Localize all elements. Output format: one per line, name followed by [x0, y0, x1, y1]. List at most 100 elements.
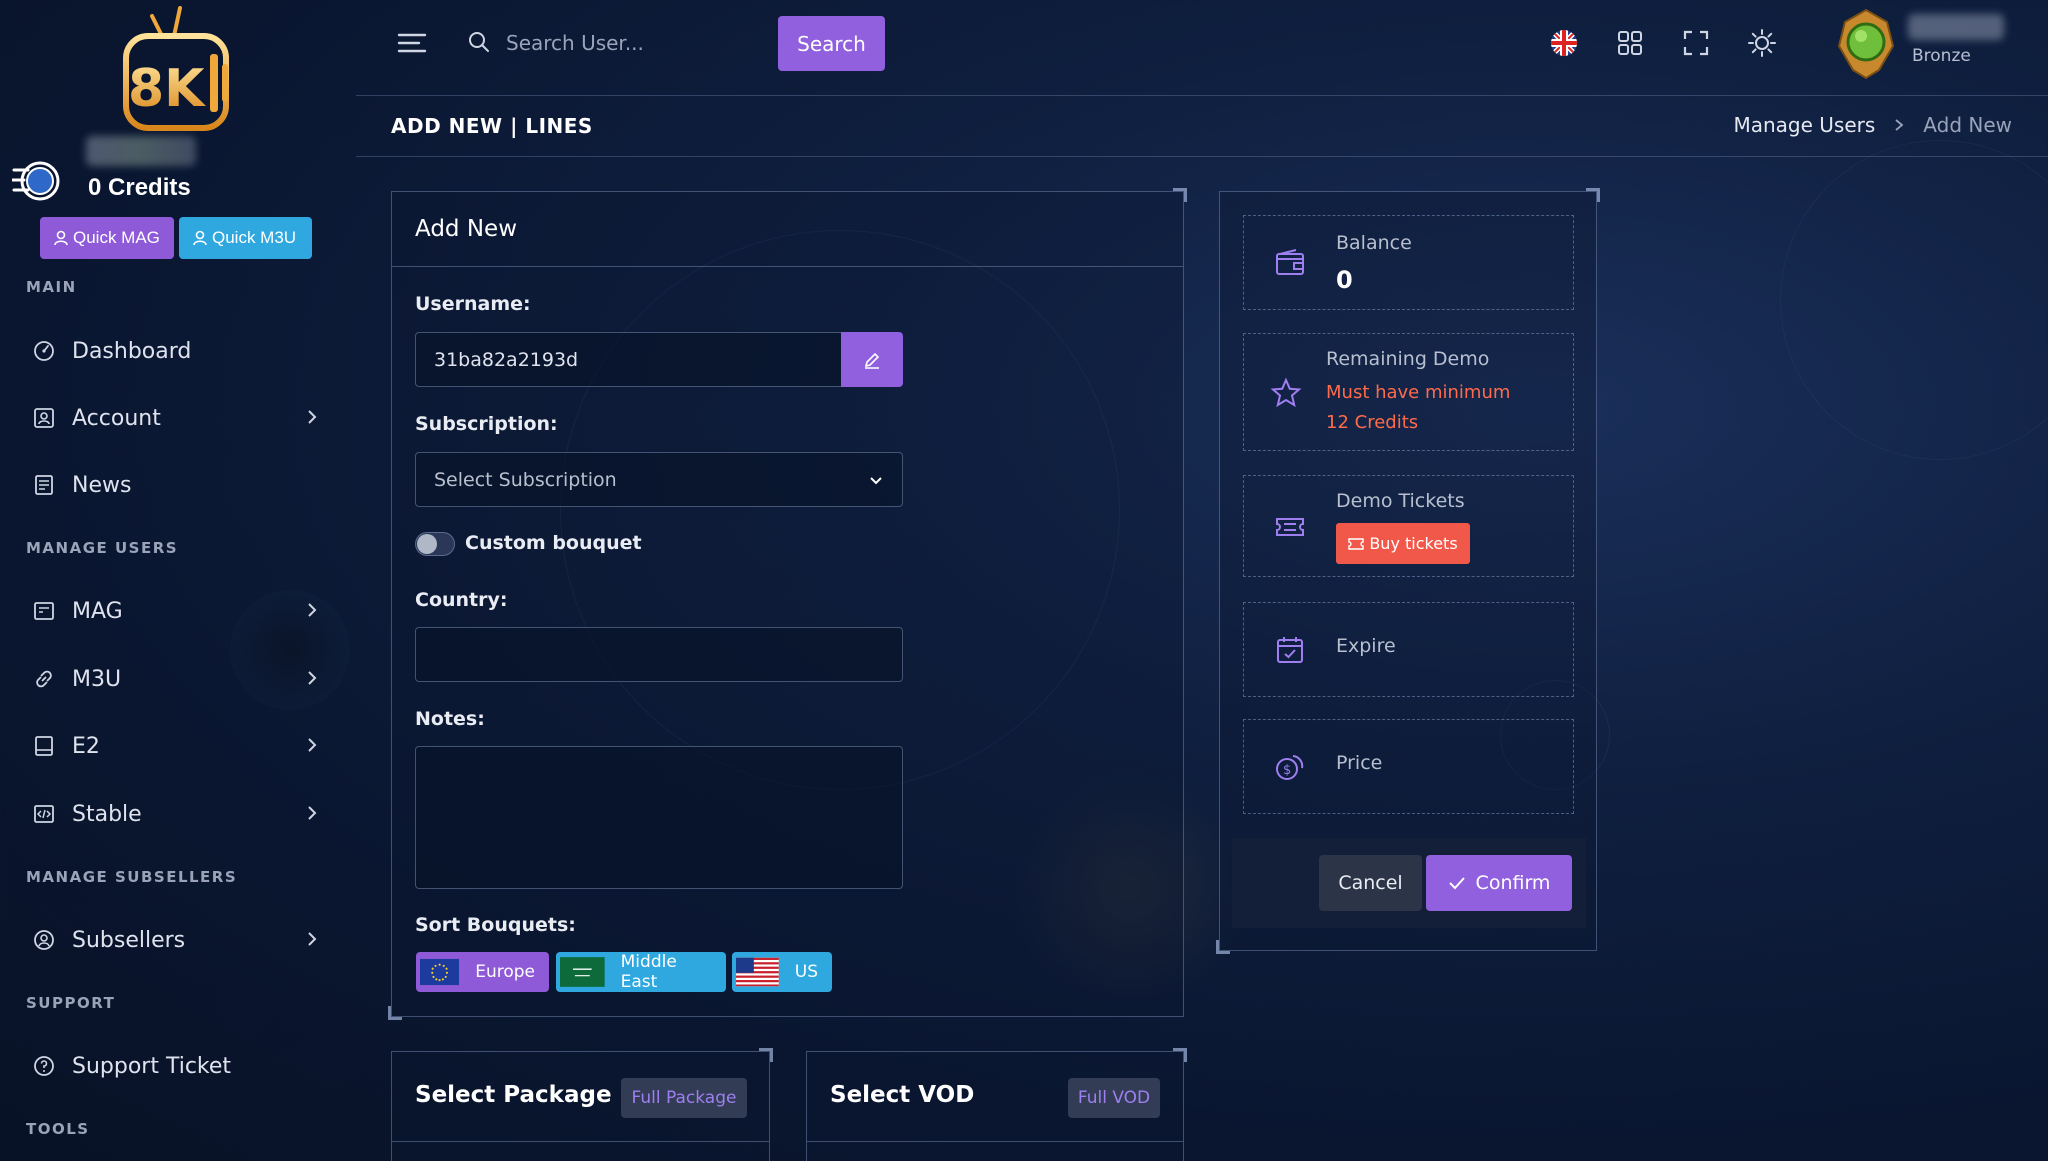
select-package-title: Select Package — [415, 1082, 612, 1108]
dashboard-icon — [32, 339, 56, 363]
expire-box: Expire — [1243, 602, 1574, 697]
bouquet-us[interactable]: US — [732, 952, 832, 992]
full-package-badge[interactable]: Full Package — [621, 1078, 747, 1118]
divider — [392, 1141, 769, 1142]
buy-tickets-button[interactable]: Buy tickets — [1336, 523, 1470, 564]
svg-text:$: $ — [1283, 763, 1291, 778]
sidebar-item-e2[interactable]: E2 — [0, 721, 340, 771]
background-ring-large — [1780, 140, 2048, 460]
quick-m3u-button[interactable]: Quick M3U — [179, 217, 312, 259]
sidebar-item-support-ticket[interactable]: Support Ticket — [0, 1041, 340, 1091]
demo-warning: Must have minimum 12 Credits — [1326, 382, 1511, 433]
chevron-down-icon — [870, 477, 882, 485]
bouquet-label: Middle East — [620, 952, 677, 992]
chevron-right-icon — [308, 932, 317, 946]
demo-tickets-label: Demo Tickets — [1336, 490, 1465, 512]
credits-balance: 0 Credits — [88, 174, 191, 201]
section-manage-subsellers: MANAGE SUBSELLERS — [26, 868, 238, 886]
star-icon — [1270, 377, 1302, 408]
price-box: $ Price — [1243, 719, 1574, 814]
username-label: Username: — [415, 293, 531, 315]
bouquet-label: Europe — [475, 962, 535, 982]
svg-text:8K: 8K — [128, 59, 206, 119]
chevron-right-icon — [308, 806, 317, 820]
quick-m3u-label: Quick M3U — [212, 228, 297, 247]
card-corner — [1173, 188, 1187, 202]
section-tools: TOOLS — [26, 1120, 90, 1138]
news-icon — [32, 473, 56, 497]
expire-label: Expire — [1336, 635, 1396, 657]
mag-icon — [32, 599, 56, 623]
sidebar-item-news[interactable]: News — [0, 460, 340, 510]
full-vod-badge[interactable]: Full VOD — [1068, 1078, 1160, 1118]
apps-grid-icon[interactable] — [1614, 27, 1646, 59]
search-input[interactable] — [506, 22, 766, 64]
subsellers-icon — [32, 928, 56, 952]
confirm-button[interactable]: Confirm — [1426, 855, 1572, 911]
card-corner — [759, 1048, 773, 1062]
add-new-card: Add New Username: 31ba82a2193d Subscript… — [388, 188, 1187, 1020]
m3u-icon — [32, 667, 56, 691]
saudi-flag-icon — [560, 957, 605, 987]
theme-sun-icon[interactable] — [1746, 27, 1778, 59]
account-icon — [32, 406, 56, 430]
cancel-button[interactable]: Cancel — [1319, 855, 1422, 911]
remaining-demo-box: Remaining Demo Must have minimum 12 Cred… — [1243, 333, 1574, 451]
price-label: Price — [1336, 752, 1383, 774]
bouquet-label: US — [794, 962, 818, 982]
sidebar-item-label: Support Ticket — [72, 1053, 232, 1079]
ticket-icon — [1276, 518, 1304, 536]
sidebar-item-m3u[interactable]: M3U — [0, 654, 340, 704]
sidebar-item-subsellers[interactable]: Subsellers — [0, 915, 340, 965]
summary-card: Balance 0 Remaining Demo Must have minim… — [1216, 188, 1600, 954]
wallet-icon — [1276, 249, 1304, 275]
sidebar-item-dashboard[interactable]: Dashboard — [0, 326, 340, 376]
bouquet-middle-east[interactable]: Middle East — [556, 952, 726, 992]
username-field[interactable]: 31ba82a2193d — [415, 332, 845, 387]
bronze-medal-icon[interactable] — [1835, 8, 1897, 80]
sidebar-item-label: Account — [72, 405, 161, 431]
sidebar-item-mag[interactable]: MAG — [0, 586, 340, 636]
subscription-label: Subscription: — [415, 413, 558, 435]
bouquet-europe[interactable]: Europe — [416, 952, 549, 992]
fullscreen-icon[interactable] — [1680, 27, 1712, 59]
notes-textarea[interactable] — [415, 746, 903, 889]
sidebar-item-label: Stable — [72, 801, 142, 827]
sort-bouquets-label: Sort Bouquets: — [415, 914, 576, 936]
demo-tickets-box: Demo Tickets Buy tickets — [1243, 475, 1574, 577]
username-blurred — [86, 136, 196, 166]
chevron-right-icon — [1895, 119, 1904, 131]
us-flag-icon — [736, 957, 779, 987]
select-vod-title: Select VOD — [830, 1082, 975, 1108]
chevron-right-icon — [308, 603, 317, 617]
chevron-right-icon — [308, 410, 317, 424]
chevron-right-icon — [308, 738, 317, 752]
custom-bouquet-label: Custom bouquet — [465, 532, 642, 554]
page-title: ADD NEW | LINES — [391, 114, 593, 138]
balance-value: 0 — [1336, 266, 1353, 294]
select-package-card: Select Package Full Package — [391, 1048, 773, 1161]
balance-label: Balance — [1336, 232, 1412, 254]
quick-mag-label: Quick MAG — [73, 228, 160, 247]
section-manage-users: MANAGE USERS — [26, 539, 179, 557]
username-blurred — [1908, 14, 2004, 40]
subscription-select[interactable]: Select Subscription — [415, 452, 903, 507]
card-corner — [388, 1006, 402, 1020]
edit-username-button[interactable] — [841, 332, 903, 387]
section-support: SUPPORT — [26, 994, 116, 1012]
remaining-demo-label: Remaining Demo — [1326, 348, 1490, 370]
help-icon — [32, 1054, 56, 1078]
country-field[interactable] — [415, 627, 903, 682]
quick-mag-button[interactable]: Quick MAG — [40, 217, 174, 259]
sidebar-item-stable[interactable]: Stable — [0, 789, 340, 839]
sidebar-item-account[interactable]: Account — [0, 393, 340, 443]
breadcrumb-manage-users[interactable]: Manage Users — [1733, 113, 1875, 137]
balance-box: Balance 0 — [1243, 215, 1574, 310]
card-corner — [1173, 1048, 1187, 1062]
custom-bouquet-toggle[interactable] — [415, 532, 455, 556]
search-button[interactable]: Search — [778, 16, 885, 71]
divider — [807, 1141, 1183, 1142]
uk-flag-icon[interactable] — [1548, 27, 1580, 59]
menu-icon[interactable] — [396, 30, 428, 56]
action-bar: Cancel Confirm — [1232, 838, 1586, 928]
